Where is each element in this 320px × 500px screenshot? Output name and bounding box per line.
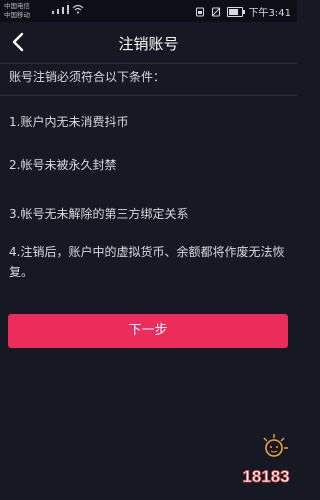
nav-bar: 注销账号 (0, 22, 297, 64)
next-button[interactable]: 下一步 (8, 314, 288, 348)
wifi-icon (72, 4, 84, 14)
carrier-info: 中国电信 中国移动 (4, 2, 30, 20)
intro-text: 账号注销必须符合以下条件： (9, 70, 166, 84)
watermark-logo: 18183 (242, 434, 290, 486)
condition-item: 4.注销后，账户中的虚拟货币、余额都将作废无法恢复。 (9, 245, 285, 279)
condition-item: 2.帐号未被永久封禁 (9, 158, 117, 172)
status-right: 下午3:41 (195, 4, 291, 19)
battery-icon (226, 6, 245, 17)
divider (0, 63, 297, 64)
carrier-1: 中国电信 (4, 2, 30, 10)
status-bar: 中国电信 中国移动 下午3:41 (0, 0, 297, 22)
status-time: 下午3:41 (248, 8, 291, 19)
no-sim-icon (211, 7, 220, 16)
divider (0, 95, 297, 96)
carrier-2: 中国移动 (4, 11, 30, 19)
condition-item: 3.帐号无未解除的第三方绑定关系 (9, 207, 189, 221)
sim-icon (195, 7, 204, 16)
signal-icon (52, 5, 69, 14)
condition-item: 1.账户内无未消费抖币 (9, 115, 129, 129)
page-title: 注销账号 (118, 35, 179, 53)
watermark-text: 18183 (242, 467, 289, 486)
